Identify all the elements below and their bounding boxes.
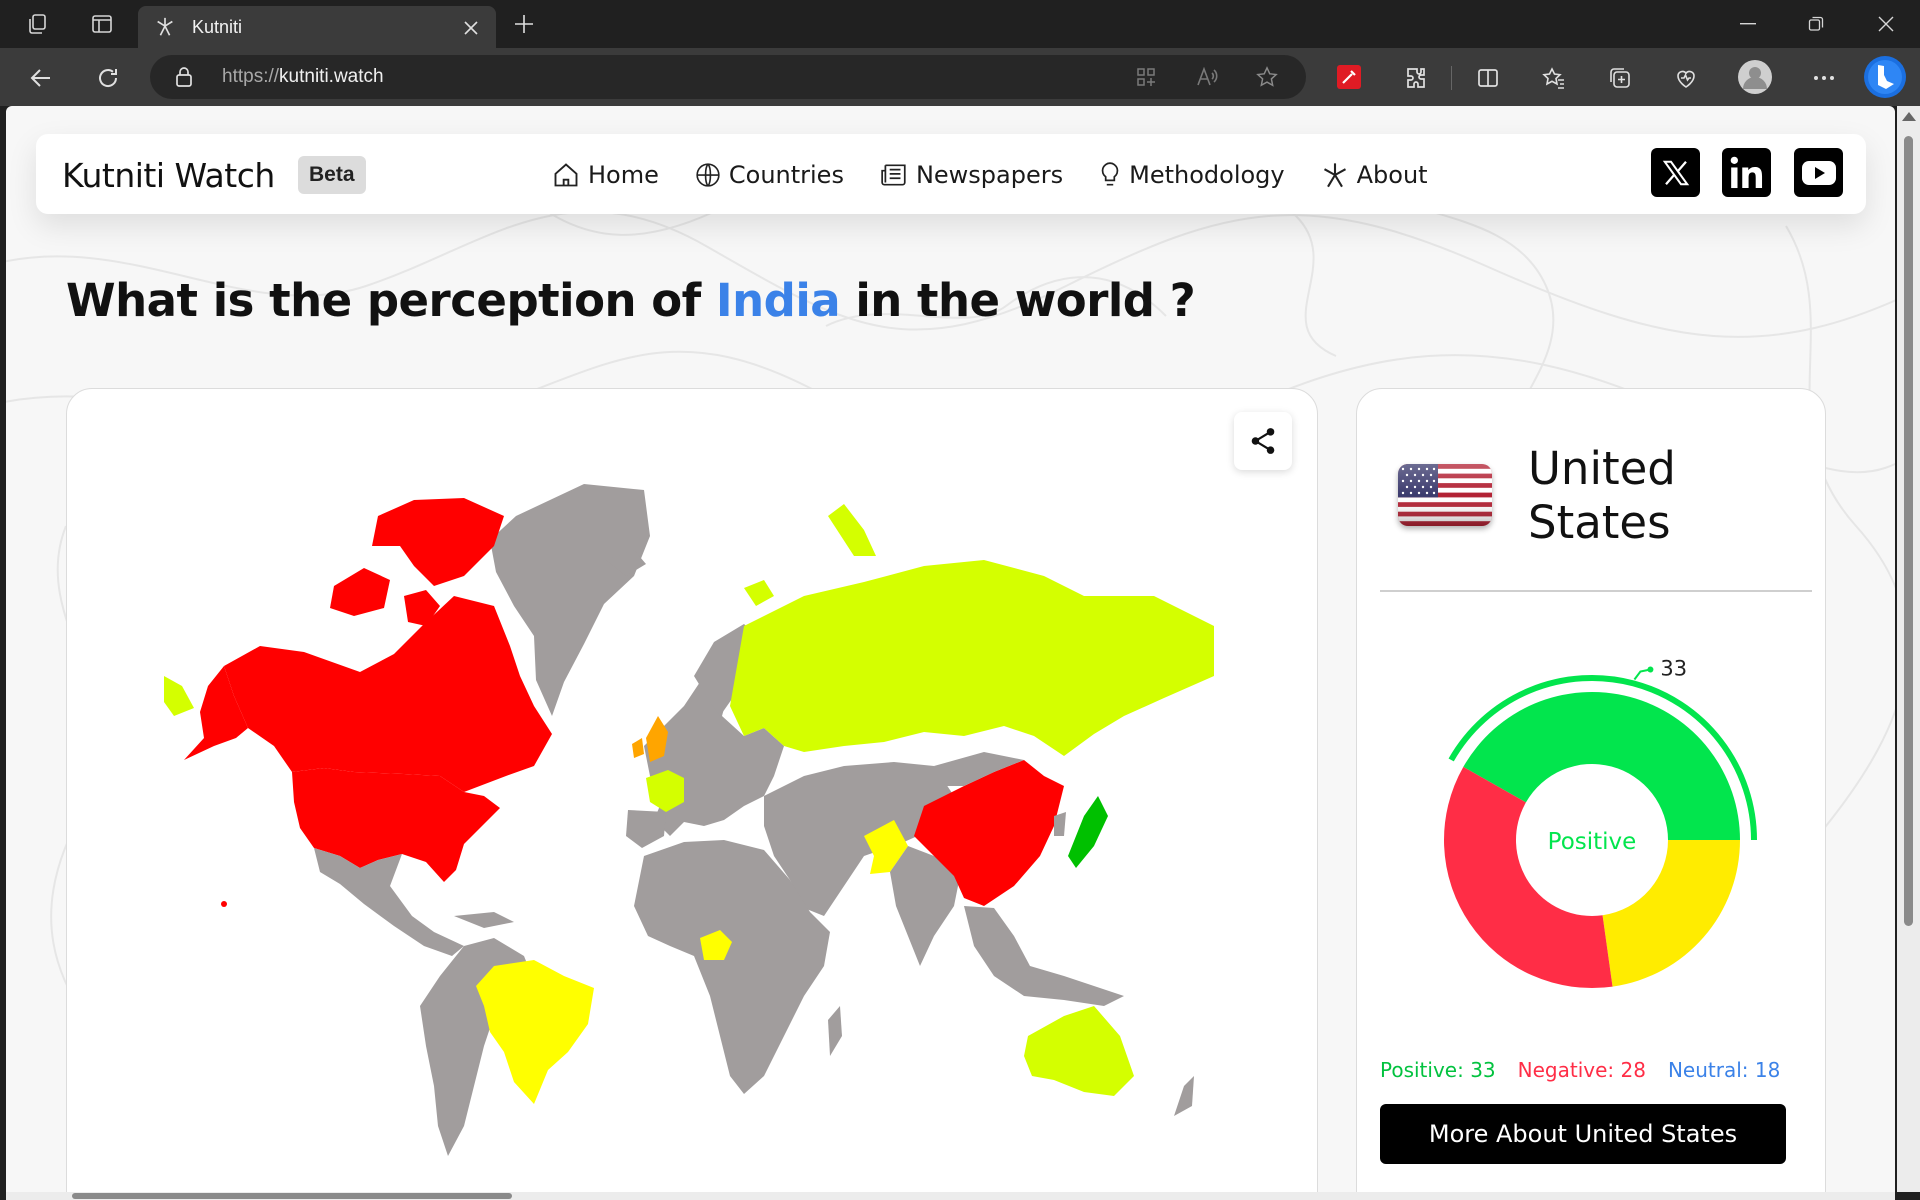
title-country-highlight: India (715, 274, 841, 327)
more-menu-icon[interactable] (1810, 64, 1838, 92)
favorite-star-icon[interactable] (1254, 64, 1280, 90)
address-bar-row: https://kutniti.watch (0, 48, 1920, 106)
map-country-iberia[interactable] (626, 810, 666, 848)
restore-icon[interactable] (1802, 12, 1830, 36)
donut-slice-negative[interactable] (1444, 766, 1613, 988)
profile-avatar[interactable] (1738, 60, 1772, 94)
map-country-australia[interactable] (1024, 1006, 1134, 1096)
map-country-canada-islands-2[interactable] (330, 568, 390, 616)
horizontal-scroll-thumb[interactable] (72, 1193, 512, 1199)
close-window-icon[interactable] (1872, 12, 1900, 36)
map-country-russia-island-2[interactable] (744, 580, 774, 606)
donut-slice-neutral[interactable] (1602, 840, 1740, 987)
map-country-ireland[interactable] (632, 738, 644, 758)
nav-home-label: Home (588, 161, 659, 189)
stat-negative: Negative: 28 (1517, 1058, 1646, 1082)
nav-about[interactable]: About (1321, 161, 1428, 189)
share-icon (1251, 428, 1275, 454)
sentiment-donut-chart: Positive 33 (1444, 657, 1757, 988)
tab-title: Kutniti (192, 17, 243, 37)
page-title: What is the perception of India in the w… (66, 274, 1196, 327)
x-icon[interactable] (1651, 148, 1700, 197)
title-prefix: What is the perception of (66, 274, 716, 327)
donut-callout-value: 33 (1660, 657, 1687, 681)
map-country-new-zealand[interactable] (1174, 1076, 1194, 1116)
nav-newspapers-label: Newspapers (915, 161, 1064, 189)
us-flag-icon (1398, 464, 1492, 526)
url-host: kutniti.watch (279, 66, 384, 87)
title-suffix: in the world ? (840, 274, 1196, 327)
back-icon[interactable] (26, 63, 56, 93)
nav-methodology[interactable]: Methodology (1099, 161, 1285, 189)
minimize-icon[interactable] (1734, 12, 1762, 36)
site-header: Kutniti Watch Beta Home Countries Newspa… (36, 134, 1866, 214)
logo-icon (1323, 163, 1346, 188)
home-icon (554, 163, 578, 187)
newspaper-icon (881, 164, 906, 186)
split-screen-icon[interactable] (1474, 64, 1502, 92)
map-country-brazil[interactable] (476, 960, 594, 1104)
stat-neutral: Neutral: 18 (1667, 1058, 1781, 1082)
app-available-icon[interactable] (1134, 65, 1158, 89)
lightbulb-icon (1101, 162, 1119, 186)
map-country-korea[interactable] (1054, 812, 1066, 836)
browser-tab-strip: Kutniti (0, 0, 1920, 48)
lock-icon[interactable] (174, 67, 194, 87)
nav-home[interactable]: Home (552, 161, 659, 189)
tab-actions-icon[interactable] (86, 10, 118, 38)
map-country-japan[interactable] (1068, 796, 1108, 868)
horizontal-scrollbar[interactable] (6, 1192, 1895, 1200)
browser-essentials-icon[interactable] (1672, 64, 1700, 92)
donut-center-label: Positive (1548, 829, 1637, 855)
new-tab-icon[interactable] (510, 10, 538, 38)
nav-countries[interactable]: Countries (695, 161, 844, 189)
map-country-canada[interactable] (224, 596, 552, 792)
refresh-icon[interactable] (93, 63, 123, 93)
url-prefix: https:// (222, 66, 280, 87)
extension-red-icon[interactable] (1336, 64, 1362, 90)
bing-copilot-icon[interactable] (1862, 54, 1908, 100)
donut-callout-dot (1647, 666, 1654, 673)
nav-methodology-label: Methodology (1129, 161, 1285, 189)
map-country-caribbean[interactable] (454, 912, 514, 928)
main-nav: Home Countries Newspapers Methodology Ab… (552, 156, 1464, 194)
map-country-russia-north-island[interactable] (828, 504, 876, 556)
active-tab[interactable]: Kutniti (138, 6, 496, 48)
collections-icon[interactable] (1606, 64, 1634, 92)
brand-logo-text[interactable]: Kutniti Watch (62, 156, 275, 195)
world-map[interactable] (164, 476, 1224, 1156)
more-about-country-button[interactable]: More About United States (1380, 1104, 1786, 1164)
country-name: United States (1528, 442, 1676, 549)
globe-icon (696, 163, 720, 187)
sentiment-stats: Positive: 33 Negative: 28 Neutral: 18 (1380, 1058, 1812, 1082)
url-text[interactable]: https://kutniti.watch (222, 66, 384, 88)
share-button[interactable] (1234, 412, 1292, 470)
map-country-hawaii[interactable] (221, 901, 227, 907)
linkedin-icon[interactable] (1722, 148, 1771, 197)
workspaces-icon[interactable] (22, 10, 54, 38)
map-country-canada-islands[interactable] (372, 498, 504, 586)
tab-favicon-icon (154, 16, 176, 38)
vertical-scrollbar[interactable] (1897, 106, 1920, 1192)
close-tab-icon[interactable] (460, 17, 482, 39)
vertical-scroll-thumb[interactable] (1904, 136, 1913, 926)
extensions-icon[interactable] (1402, 64, 1430, 92)
map-country-russia[interactable] (730, 560, 1214, 756)
map-country-southeast-asia[interactable] (964, 906, 1124, 1006)
scroll-up-arrow-icon[interactable] (1902, 112, 1916, 121)
url-bar[interactable]: https://kutniti.watch (150, 55, 1306, 99)
map-country-alaska-tip[interactable] (164, 676, 194, 716)
toolbar-separator (1451, 66, 1452, 90)
country-divider (1380, 590, 1812, 592)
stat-positive: Positive: 33 (1380, 1058, 1496, 1082)
nav-about-label: About (1356, 161, 1428, 189)
beta-badge: Beta (298, 156, 366, 194)
favorites-icon[interactable] (1540, 64, 1568, 92)
nav-newspapers[interactable]: Newspapers (880, 161, 1063, 189)
youtube-icon[interactable] (1794, 148, 1843, 197)
nav-countries-label: Countries (728, 161, 844, 189)
read-aloud-icon[interactable] (1194, 65, 1220, 89)
map-country-madagascar[interactable] (828, 1006, 842, 1056)
